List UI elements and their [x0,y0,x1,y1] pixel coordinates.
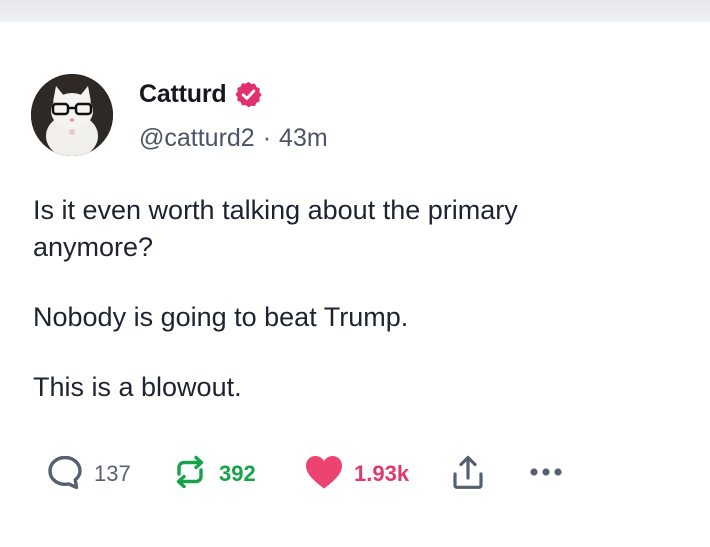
action-bar: 137 392 1.93k [0,449,710,499]
like-button[interactable]: 1.93k [303,449,409,499]
post-paragraph: This is a blowout. [33,372,242,402]
author-meta: @catturd2 · 43m [139,124,328,153]
reply-count: 137 [94,461,131,486]
verified-badge-icon [234,80,263,109]
reply-button[interactable]: 137 [45,449,131,499]
more-options-button[interactable] [527,449,567,499]
meta-separator: · [262,124,272,152]
author-name-row: Catturd [139,77,263,111]
share-button[interactable] [450,449,486,499]
post-paragraph: Is it even worth talking about the prima… [33,195,518,262]
avatar[interactable] [31,74,113,156]
repost-icon [170,452,210,497]
avatar-cat-image [31,74,113,156]
timestamp[interactable]: 43m [279,124,328,153]
like-count: 1.93k [354,461,410,486]
heart-icon [303,452,345,497]
handle[interactable]: @catturd2 [139,124,255,153]
post-paragraph: Nobody is going to beat Trump. [33,302,409,332]
more-icon [527,452,567,497]
post-card: Catturd @catturd2 · 43m Is it even worth… [0,22,710,547]
post-text: Is it even worth talking about the prima… [33,192,633,406]
top-bar [0,0,710,22]
display-name[interactable]: Catturd [139,80,227,109]
reply-icon [45,452,85,497]
share-icon [450,452,486,497]
repost-button[interactable]: 392 [170,449,256,499]
repost-count: 392 [219,461,256,486]
